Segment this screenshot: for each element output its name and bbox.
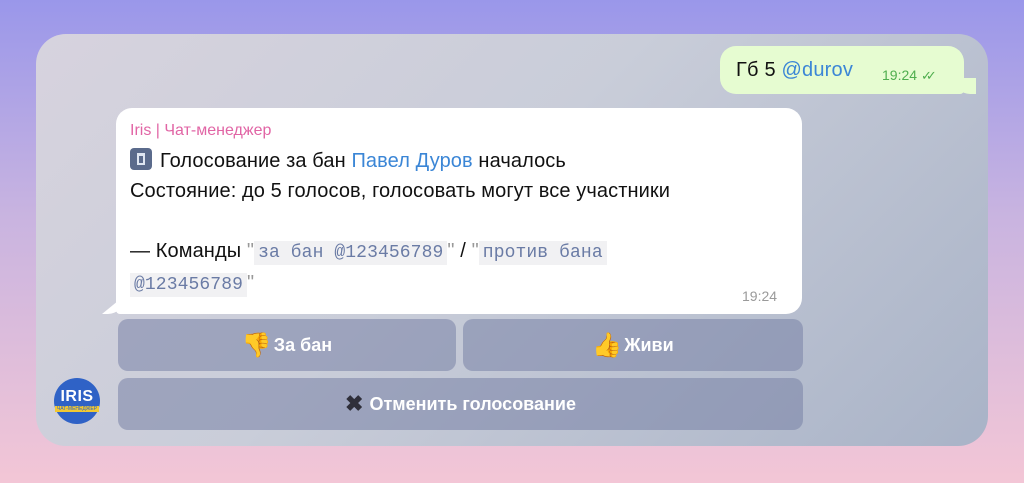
vote-ban-button[interactable]: 👎 За бан bbox=[118, 319, 456, 371]
avatar-subtitle: ЧАТ-МЕНЕДЖЕР bbox=[54, 406, 100, 412]
separator: / bbox=[454, 240, 472, 262]
trash-icon bbox=[130, 148, 152, 170]
quote-close-2: " bbox=[247, 272, 255, 294]
thumbs-up-icon: 👍 bbox=[592, 331, 623, 359]
outgoing-message[interactable]: Гб 5 @durov 19:24 ✓✓ bbox=[720, 46, 964, 94]
incoming-message[interactable]: Iris | Чат-менеджер Голосование за бан П… bbox=[116, 108, 802, 314]
ban-command-code[interactable]: за бан @123456789 bbox=[254, 241, 448, 265]
avatar-title: IRIS bbox=[60, 388, 94, 405]
vote-suffix: началось bbox=[472, 150, 566, 172]
cancel-vote-button[interactable]: ✖ Отменить голосование bbox=[118, 378, 803, 430]
outgoing-message-text: Гб 5 @durov bbox=[736, 59, 853, 82]
mention-link[interactable]: @durov bbox=[782, 59, 854, 81]
outgoing-time: 19:24 bbox=[882, 67, 918, 83]
bot-avatar[interactable]: IRIS ЧАТ-МЕНЕДЖЕР bbox=[54, 378, 100, 424]
thumbs-down-icon: 👎 bbox=[241, 331, 272, 359]
quote-open-2: " bbox=[471, 240, 479, 262]
vote-ban-label: За бан bbox=[273, 334, 333, 355]
close-icon: ✖ bbox=[345, 391, 364, 416]
commands-label: — Команды bbox=[130, 240, 247, 262]
sender-name[interactable]: Iris | Чат-менеджер bbox=[130, 122, 271, 140]
cancel-vote-label: Отменить голосование bbox=[369, 393, 576, 414]
vote-live-button[interactable]: 👍 Живи bbox=[463, 319, 803, 371]
incoming-time: 19:24 bbox=[742, 288, 778, 304]
vote-live-label: Живи bbox=[624, 334, 674, 355]
vote-state-line: Состояние: до 5 голосов, голосовать могу… bbox=[130, 180, 671, 202]
vote-started-line: Голосование за бан Павел Дуров началось bbox=[130, 148, 566, 173]
read-ticks-icon: ✓✓ bbox=[920, 68, 937, 83]
vote-prefix: Голосование за бан bbox=[160, 150, 352, 172]
against-command-code-part1[interactable]: против бана bbox=[478, 241, 607, 265]
quote-close: " bbox=[447, 240, 455, 262]
against-command-code-part2[interactable]: @123456789 bbox=[130, 273, 248, 297]
chat-window: Гб 5 @durov 19:24 ✓✓ Iris | Чат-менеджер… bbox=[36, 34, 988, 446]
commands-line: — Команды " за бан @123456789 " / " против … bbox=[130, 240, 607, 265]
outgoing-text: Гб 5 bbox=[736, 59, 782, 81]
quote-open: " bbox=[246, 240, 255, 262]
commands-line-2: @123456789 " bbox=[130, 272, 255, 297]
outgoing-meta: 19:24 ✓✓ bbox=[882, 67, 937, 84]
user-link[interactable]: Павел Дуров bbox=[351, 150, 472, 172]
